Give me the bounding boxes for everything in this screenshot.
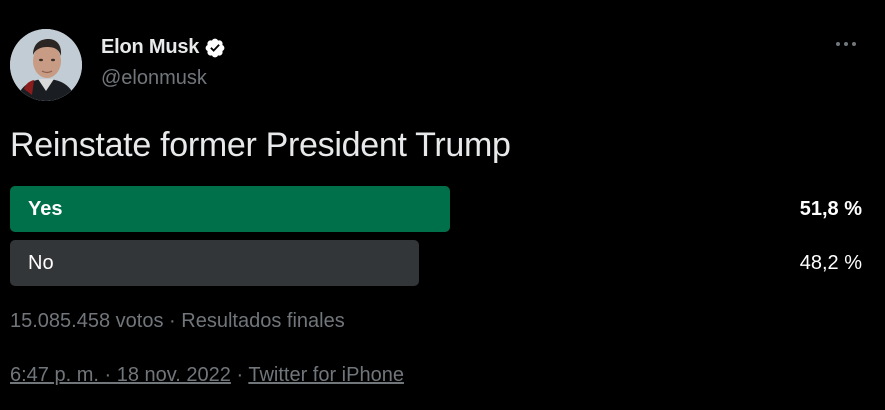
poll-bar-no xyxy=(10,240,419,286)
author-name-row: Elon Musk xyxy=(101,36,226,59)
more-horizontal-icon[interactable] xyxy=(832,34,860,54)
avatar[interactable] xyxy=(10,29,82,101)
poll-option-percent: 51,8 % xyxy=(799,198,862,220)
poll-vote-count: 15.085.458 votos xyxy=(10,310,164,332)
meta-separator: · xyxy=(169,310,176,332)
poll-option-percent: 48,2 % xyxy=(799,252,862,274)
poll-meta: 15.085.458 votos · Resultados finales xyxy=(10,310,345,333)
poll-option-yes[interactable]: Yes 51,8 % xyxy=(10,186,862,232)
verified-badge-icon xyxy=(205,38,225,57)
tweet-text: Reinstate former President Trump xyxy=(10,126,511,164)
poll-option-label: Yes xyxy=(28,198,63,220)
author-handle[interactable]: @elonmusk xyxy=(101,67,207,90)
footer-separator: · xyxy=(236,364,244,386)
tweet-footer: 6:47 p. m. · 18 nov. 2022 · Twitter for … xyxy=(10,364,404,387)
poll-bar-yes xyxy=(10,186,450,232)
poll-option-label: No xyxy=(28,252,54,274)
author-display-name[interactable]: Elon Musk xyxy=(101,36,199,59)
tweet-timestamp-link[interactable]: 6:47 p. m. · 18 nov. 2022 xyxy=(10,364,231,386)
tweet-source-link[interactable]: Twitter for iPhone xyxy=(248,364,404,386)
poll-option-no[interactable]: No 48,2 % xyxy=(10,240,862,286)
poll-status: Resultados finales xyxy=(181,310,345,332)
